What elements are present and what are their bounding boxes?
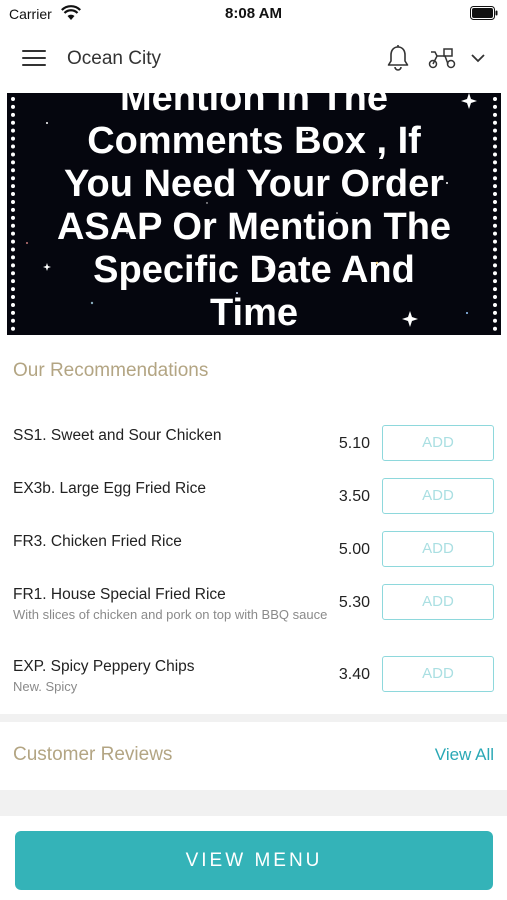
app-header: Ocean City	[0, 28, 507, 90]
add-button[interactable]: ADD	[382, 656, 494, 692]
item-name: FR1. House Special Fried Rice	[13, 586, 226, 603]
location-title[interactable]: Ocean City	[67, 48, 161, 70]
delivery-icon[interactable]	[427, 47, 457, 69]
status-bar: Carrier 8:08 AM	[0, 0, 507, 28]
item-description: With slices of chicken and pork on top w…	[13, 607, 328, 622]
add-button[interactable]: ADD	[382, 478, 494, 514]
promo-banner: Mention In The Comments Box , If You Nee…	[7, 93, 501, 335]
section-divider	[0, 714, 507, 722]
item-name: FR3. Chicken Fried Rice	[13, 533, 182, 550]
item-price: 5.00	[338, 541, 370, 558]
menu-item: EXP. Spicy Peppery Chips New. Spicy 3.40…	[0, 656, 507, 696]
menu-icon[interactable]	[22, 50, 46, 68]
item-price: 5.10	[338, 435, 370, 452]
promo-line: Time	[209, 292, 298, 334]
item-price: 3.40	[338, 666, 370, 683]
promo-line: You Need Your Order	[63, 163, 445, 205]
section-divider	[0, 790, 507, 816]
promo-line: Specific Date And	[93, 249, 415, 291]
chevron-down-icon[interactable]	[470, 52, 486, 64]
battery-icon	[470, 6, 498, 20]
banner-dotted-border-right	[493, 97, 497, 331]
promo-line: Mention In The	[119, 93, 389, 119]
add-button[interactable]: ADD	[382, 531, 494, 567]
promo-text: Mention In The Comments Box , If You Nee…	[21, 93, 487, 335]
add-button[interactable]: ADD	[382, 584, 494, 620]
item-name: EXP. Spicy Peppery Chips	[13, 658, 195, 675]
promo-line: ASAP Or Mention The	[56, 206, 452, 248]
view-menu-button[interactable]: VIEW MENU	[15, 831, 493, 890]
promo-line: Comments Box , If	[87, 120, 421, 162]
menu-item: SS1. Sweet and Sour Chicken 5.10 ADD	[0, 425, 507, 465]
add-button[interactable]: ADD	[382, 425, 494, 461]
status-time: 8:08 AM	[225, 5, 282, 22]
banner-dotted-border-left	[11, 97, 15, 331]
menu-item: EX3b. Large Egg Fried Rice 3.50 ADD	[0, 478, 507, 518]
item-name: SS1. Sweet and Sour Chicken	[13, 427, 222, 444]
view-all-reviews-link[interactable]: View All	[435, 745, 494, 765]
item-description: New. Spicy	[13, 679, 78, 694]
menu-item: FR3. Chicken Fried Rice 5.00 ADD	[0, 531, 507, 571]
item-price: 5.30	[338, 594, 370, 611]
menu-item: FR1. House Special Fried Rice With slice…	[0, 584, 507, 644]
bell-icon[interactable]	[386, 45, 410, 71]
reviews-title: Customer Reviews	[13, 744, 173, 765]
item-price: 3.50	[338, 488, 370, 505]
item-name: EX3b. Large Egg Fried Rice	[13, 480, 206, 497]
recommendations-title: Our Recommendations	[13, 360, 209, 381]
